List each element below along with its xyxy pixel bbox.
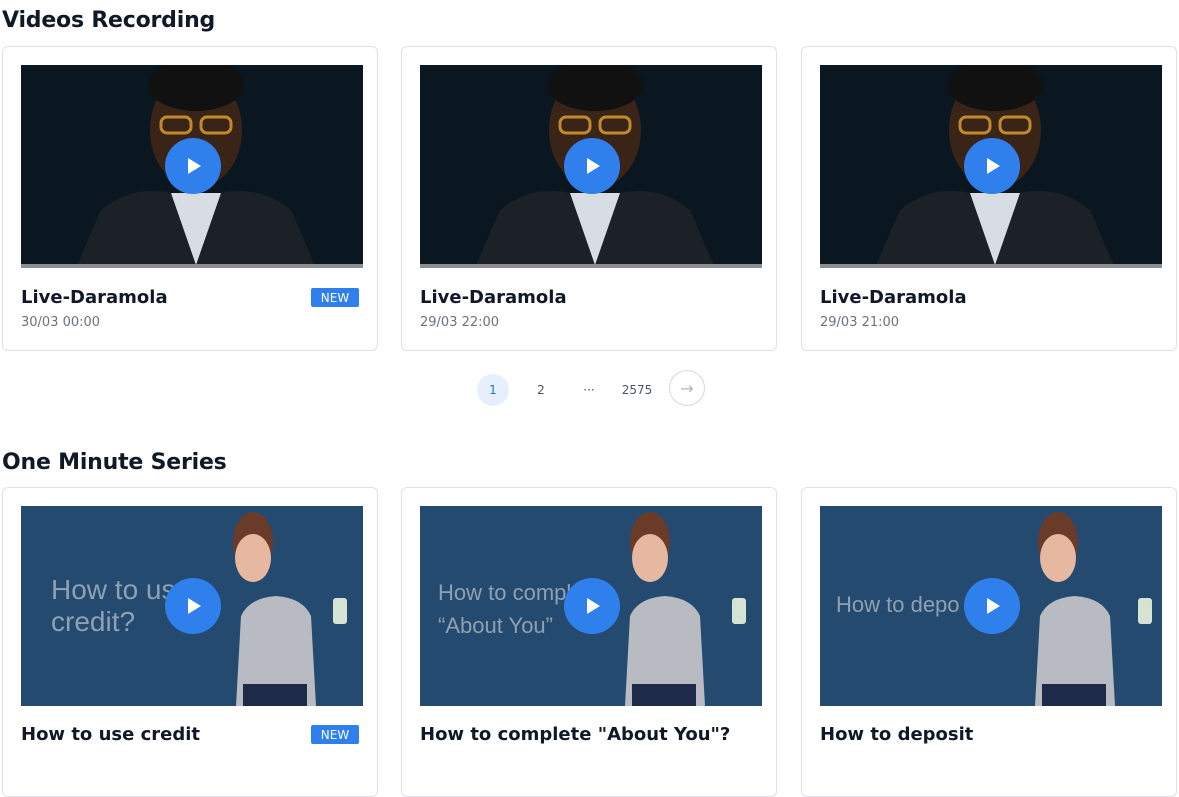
page-ellipsis-button[interactable]: ··· — [573, 374, 605, 406]
video-date: 29/03 22:00 — [420, 315, 500, 330]
play-icon — [587, 158, 600, 174]
play-icon — [188, 598, 201, 614]
new-badge: NEW — [311, 288, 359, 307]
video-thumbnail[interactable] — [420, 65, 762, 268]
video-card[interactable]: How to us credit? How to use credit NEW — [2, 487, 378, 797]
play-icon — [587, 598, 600, 614]
video-card[interactable]: Live-Daramola 29/03 21:00 — [801, 46, 1177, 351]
new-badge: NEW — [311, 725, 359, 744]
video-title: How to use credit — [21, 724, 200, 745]
section-title-videos-recording: Videos Recording — [2, 8, 216, 33]
page-last-button[interactable]: 2575 — [617, 374, 657, 406]
play-button[interactable] — [564, 138, 620, 194]
page-2-button[interactable]: 2 — [525, 374, 557, 406]
video-title: How to deposit — [820, 724, 974, 745]
play-icon — [188, 158, 201, 174]
video-thumbnail[interactable] — [820, 65, 1162, 268]
video-date: 29/03 21:00 — [820, 315, 900, 330]
video-thumbnail[interactable]: How to us credit? — [21, 506, 363, 706]
video-date: 30/03 00:00 — [21, 315, 101, 330]
video-thumbnail[interactable] — [21, 65, 363, 268]
video-card[interactable]: Live-Daramola NEW 30/03 00:00 — [2, 46, 378, 351]
play-button[interactable] — [165, 578, 221, 634]
video-thumbnail[interactable]: How to depo — [820, 506, 1162, 706]
play-button[interactable] — [964, 578, 1020, 634]
play-button[interactable] — [564, 578, 620, 634]
video-title: How to complete "About You"? — [420, 724, 731, 745]
video-title: Live-Daramola — [21, 287, 168, 308]
page-1-button[interactable]: 1 — [477, 374, 509, 406]
next-page-button[interactable]: → — [669, 370, 705, 406]
section-title-one-minute-series: One Minute Series — [2, 450, 227, 475]
video-card[interactable]: Live-Daramola 29/03 22:00 — [401, 46, 777, 351]
arrow-right-icon: → — [680, 378, 694, 398]
play-icon — [987, 158, 1000, 174]
video-card[interactable]: How to depo How to deposit — [801, 487, 1177, 797]
video-thumbnail[interactable]: How to compl “About You” — [420, 506, 762, 706]
video-card[interactable]: How to compl “About You” How to complete… — [401, 487, 777, 797]
video-title: Live-Daramola — [820, 287, 967, 308]
play-button[interactable] — [165, 138, 221, 194]
play-icon — [987, 598, 1000, 614]
play-button[interactable] — [964, 138, 1020, 194]
video-title: Live-Daramola — [420, 287, 567, 308]
